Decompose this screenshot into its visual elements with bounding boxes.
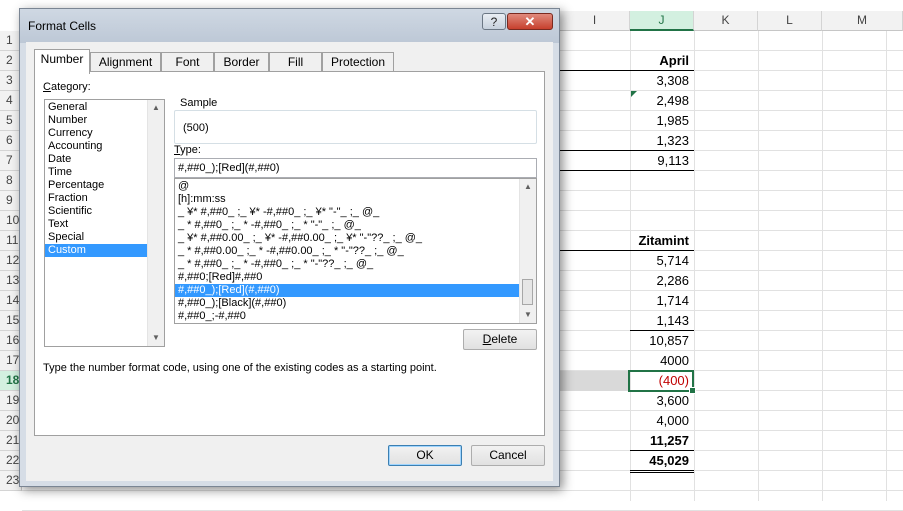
cell-j2[interactable]: April: [630, 51, 692, 71]
cell-border: [630, 450, 694, 451]
column-header-m[interactable]: M: [822, 11, 903, 31]
scroll-up-arrow-icon[interactable]: ▲: [148, 100, 164, 116]
cell-j21[interactable]: 11,257: [630, 431, 692, 451]
fill-handle[interactable]: [689, 387, 696, 394]
delete-button-label: elete: [491, 332, 518, 346]
tab-fill[interactable]: Fill: [269, 52, 322, 72]
cell-border: [560, 250, 694, 251]
cell-j3[interactable]: 3,308: [630, 71, 692, 91]
close-button[interactable]: ✕: [507, 13, 553, 30]
tab-font[interactable]: Font: [161, 52, 214, 72]
category-item-custom[interactable]: Custom: [45, 244, 148, 257]
format-code-item[interactable]: _ * #,##0_ ;_ * -#,##0_ ;_ * "-"_ ;_ @_: [175, 219, 536, 232]
format-code-item[interactable]: #,##0_;-#,##0: [175, 310, 536, 323]
scroll-down-arrow-icon[interactable]: ▼: [148, 330, 164, 346]
format-code-item[interactable]: @: [175, 180, 536, 193]
category-label: Category:: [43, 81, 91, 93]
tab-number[interactable]: Number: [34, 49, 90, 74]
category-label-accel: C: [43, 81, 51, 93]
dialog-titlebar[interactable]: Format Cells ? ✕: [20, 9, 559, 43]
category-list[interactable]: General Number Currency Accounting Date …: [44, 99, 165, 347]
cancel-button[interactable]: Cancel: [471, 445, 545, 466]
format-code-item[interactable]: _ ¥* #,##0.00_ ;_ ¥* -#,##0.00_ ;_ ¥* "-…: [175, 232, 536, 245]
format-code-list[interactable]: @ [h]:mm:ss _ ¥* #,##0_ ;_ ¥* -#,##0_ ;_…: [174, 178, 537, 324]
column-header-k[interactable]: K: [694, 11, 758, 31]
cell-j22[interactable]: 45,029: [630, 451, 692, 471]
type-input[interactable]: #,##0_);[Red](#,##0): [174, 158, 537, 178]
cell-border: [560, 170, 694, 171]
format-code-item[interactable]: _ * #,##0_ ;_ * -#,##0_ ;_ * "-"??_ ;_ @…: [175, 258, 536, 271]
error-indicator-icon[interactable]: [631, 91, 637, 97]
hint-text: Type the number format code, using one o…: [43, 362, 437, 374]
tab-alignment[interactable]: Alignment: [90, 52, 161, 72]
help-button[interactable]: ?: [482, 13, 506, 30]
type-label: Type:: [174, 144, 201, 156]
cell-j19[interactable]: 3,600: [630, 391, 692, 411]
ok-button[interactable]: OK: [388, 445, 462, 466]
gridline: [22, 490, 903, 491]
cell-border: [630, 330, 694, 331]
format-code-item[interactable]: _ * #,##0.00_ ;_ * -#,##0.00_ ;_ * "-"??…: [175, 245, 536, 258]
scroll-thumb[interactable]: [522, 279, 533, 305]
format-code-item[interactable]: #,##0_);[Black](#,##0): [175, 297, 536, 310]
scroll-up-arrow-icon[interactable]: ▲: [520, 179, 536, 195]
cell-j17[interactable]: 4000: [630, 351, 692, 371]
cell-j14[interactable]: 1,714: [630, 291, 692, 311]
cell-j11[interactable]: Zitamint: [630, 231, 692, 251]
number-tab-panel: Category: General Number Currency Accoun…: [34, 71, 545, 436]
tab-border[interactable]: Border: [214, 52, 269, 72]
cell-j12[interactable]: 5,714: [630, 251, 692, 271]
cell-j13[interactable]: 2,286: [630, 271, 692, 291]
column-header-l[interactable]: L: [758, 11, 822, 31]
category-label-text: ategory:: [50, 81, 91, 93]
delete-button-accel: D: [482, 332, 492, 346]
delete-button[interactable]: Delete: [463, 329, 537, 350]
format-code-scrollbar[interactable]: ▲ ▼: [519, 179, 536, 323]
cell-border: [630, 472, 694, 473]
cell-border: [560, 70, 694, 71]
cell-j7[interactable]: 9,113: [630, 151, 692, 171]
dialog-body: Number Alignment Font Border Fill Protec…: [26, 42, 553, 481]
active-cell-outline: [628, 370, 694, 392]
column-header-j[interactable]: J: [630, 11, 694, 31]
cell-border: [560, 150, 694, 151]
format-cells-dialog: Format Cells ? ✕ Number Alignment Font B…: [19, 8, 560, 487]
tab-protection[interactable]: Protection: [322, 52, 394, 72]
sample-label: Sample: [178, 97, 220, 109]
cell-j4[interactable]: 2,498: [630, 91, 692, 111]
dialog-title: Format Cells: [28, 19, 97, 33]
sample-value: (500): [183, 122, 209, 134]
cell-j6[interactable]: 1,323: [630, 131, 692, 151]
category-scrollbar[interactable]: ▲ ▼: [147, 100, 164, 346]
column-header-i[interactable]: I: [560, 11, 630, 31]
format-code-item[interactable]: [h]:mm:ss: [175, 193, 536, 206]
cell-j16[interactable]: 10,857: [630, 331, 692, 351]
cell-j20[interactable]: 4,000: [630, 411, 692, 431]
scroll-down-arrow-icon[interactable]: ▼: [520, 307, 536, 323]
cell-border: [630, 470, 694, 471]
format-code-item-selected[interactable]: #,##0_);[Red](#,##0): [175, 284, 520, 297]
cell-j15[interactable]: 1,143: [630, 311, 692, 331]
type-label-text: ype:: [180, 144, 201, 156]
cell-j5[interactable]: 1,985: [630, 111, 692, 131]
format-code-item[interactable]: #,##0;[Red]#,##0: [175, 271, 536, 284]
sample-group: [174, 110, 537, 144]
format-code-item[interactable]: _ ¥* #,##0_ ;_ ¥* -#,##0_ ;_ ¥* "-"_ ;_ …: [175, 206, 536, 219]
